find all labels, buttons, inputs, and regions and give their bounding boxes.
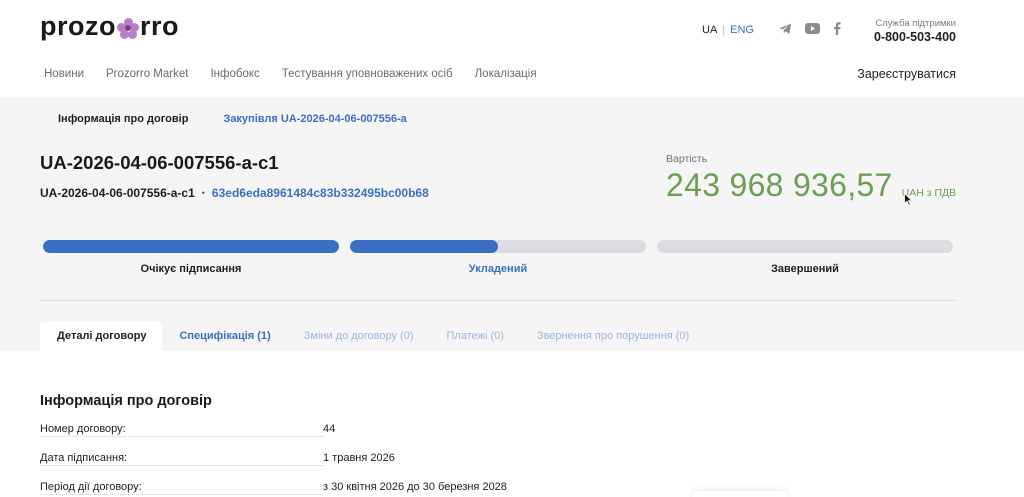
status-bar	[657, 240, 953, 253]
details-row-value: 44	[323, 423, 336, 435]
contract-tabs: Деталі договору Специфікація (1) Зміни д…	[40, 322, 705, 351]
logo-text-right: rro	[140, 11, 180, 41]
site-header: prozo rro UA | ENG Служба підтримки 0-80…	[0, 0, 1024, 97]
contract-hash-link[interactable]: 63ed6eda8961484c83b332495bc00b68	[212, 186, 429, 200]
breadcrumb-procurement-link[interactable]: Закупівля UA-2026-04-06-007556-a	[223, 113, 406, 125]
tab-violations[interactable]: Звернення про порушення (0)	[520, 322, 705, 351]
nav-item-infobox[interactable]: Інфобокс	[210, 68, 259, 80]
breadcrumb: Інформація про договір Закупівля UA-2026…	[58, 113, 407, 125]
details-row: Період дії договору: з 30 квітня 2026 до…	[40, 481, 516, 495]
prozorro-logo[interactable]: prozo rro	[40, 11, 179, 42]
nav-item-localization[interactable]: Локалізація	[475, 68, 537, 80]
youtube-icon[interactable]	[805, 23, 820, 34]
main-nav: Новини Prozorro Market Інфобокс Тестуван…	[44, 68, 559, 80]
nav-item-testing[interactable]: Тестування уповноважених осіб	[282, 68, 453, 80]
status-bar	[350, 240, 646, 253]
lang-ua-link[interactable]: UA	[702, 24, 717, 36]
divider	[40, 300, 956, 301]
price-label: Вартість	[666, 153, 708, 165]
contract-identifiers: UA-2026-04-06-007556-a-c1 • 63ed6eda8961…	[40, 186, 429, 200]
facebook-icon[interactable]	[833, 22, 841, 35]
details-row-value: з 30 квітня 2026 до 30 березня 2028	[323, 481, 507, 493]
details-heading: Інформація про договір	[40, 393, 212, 409]
lang-separator: |	[722, 24, 726, 36]
flower-icon	[117, 17, 139, 40]
telegram-icon[interactable]	[779, 23, 792, 35]
details-row-key: Дата підписання:	[40, 452, 323, 466]
lang-eng-link[interactable]: ENG	[730, 24, 754, 36]
status-progress: Очікує підписання Укладений Завершений	[43, 240, 953, 275]
floating-panel-edge	[692, 491, 788, 497]
nav-item-news[interactable]: Новини	[44, 68, 84, 80]
register-link[interactable]: Зареєструватися	[857, 67, 956, 81]
price-amount: 243 968 936,57	[666, 167, 893, 203]
details-row: Дата підписання: 1 травня 2026	[40, 452, 516, 466]
support-phone[interactable]: 0-800-503-400	[874, 30, 956, 44]
tab-details[interactable]: Деталі договору	[40, 322, 163, 351]
status-step: Укладений	[350, 240, 646, 275]
tab-payments[interactable]: Платежі (0)	[430, 322, 520, 351]
support-contact: Служба підтримки 0-800-503-400	[874, 18, 956, 44]
details-row: Номер договору: 44	[40, 423, 516, 437]
contract-id: UA-2026-04-06-007556-a-c1	[40, 186, 195, 200]
contract-summary: Інформація про договір Закупівля UA-2026…	[0, 97, 1024, 351]
support-label: Служба підтримки	[875, 18, 956, 29]
status-step-label: Укладений	[468, 263, 528, 275]
tab-changes[interactable]: Зміни до договору (0)	[287, 322, 430, 351]
tab-specification[interactable]: Специфікація (1)	[162, 322, 286, 351]
mouse-pointer-icon	[904, 193, 913, 206]
page-title: UA-2026-04-06-007556-a-c1	[40, 152, 279, 173]
details-row-value: 1 травня 2026	[323, 452, 395, 464]
status-step: Очікує підписання	[43, 240, 339, 275]
bullet-separator: •	[201, 188, 205, 198]
status-step-label: Очікує підписання	[140, 263, 242, 275]
details-row-key: Номер договору:	[40, 423, 323, 437]
details-row-key: Період дії договору:	[40, 481, 323, 495]
status-bar	[43, 240, 339, 253]
social-links	[779, 22, 841, 35]
language-switcher: UA | ENG	[702, 24, 754, 36]
logo-text-left: prozo	[40, 11, 116, 41]
status-step: Завершений	[657, 240, 953, 275]
breadcrumb-current: Інформація про договір	[58, 113, 189, 125]
status-step-label: Завершений	[771, 263, 839, 275]
nav-item-market[interactable]: Prozorro Market	[106, 68, 188, 80]
